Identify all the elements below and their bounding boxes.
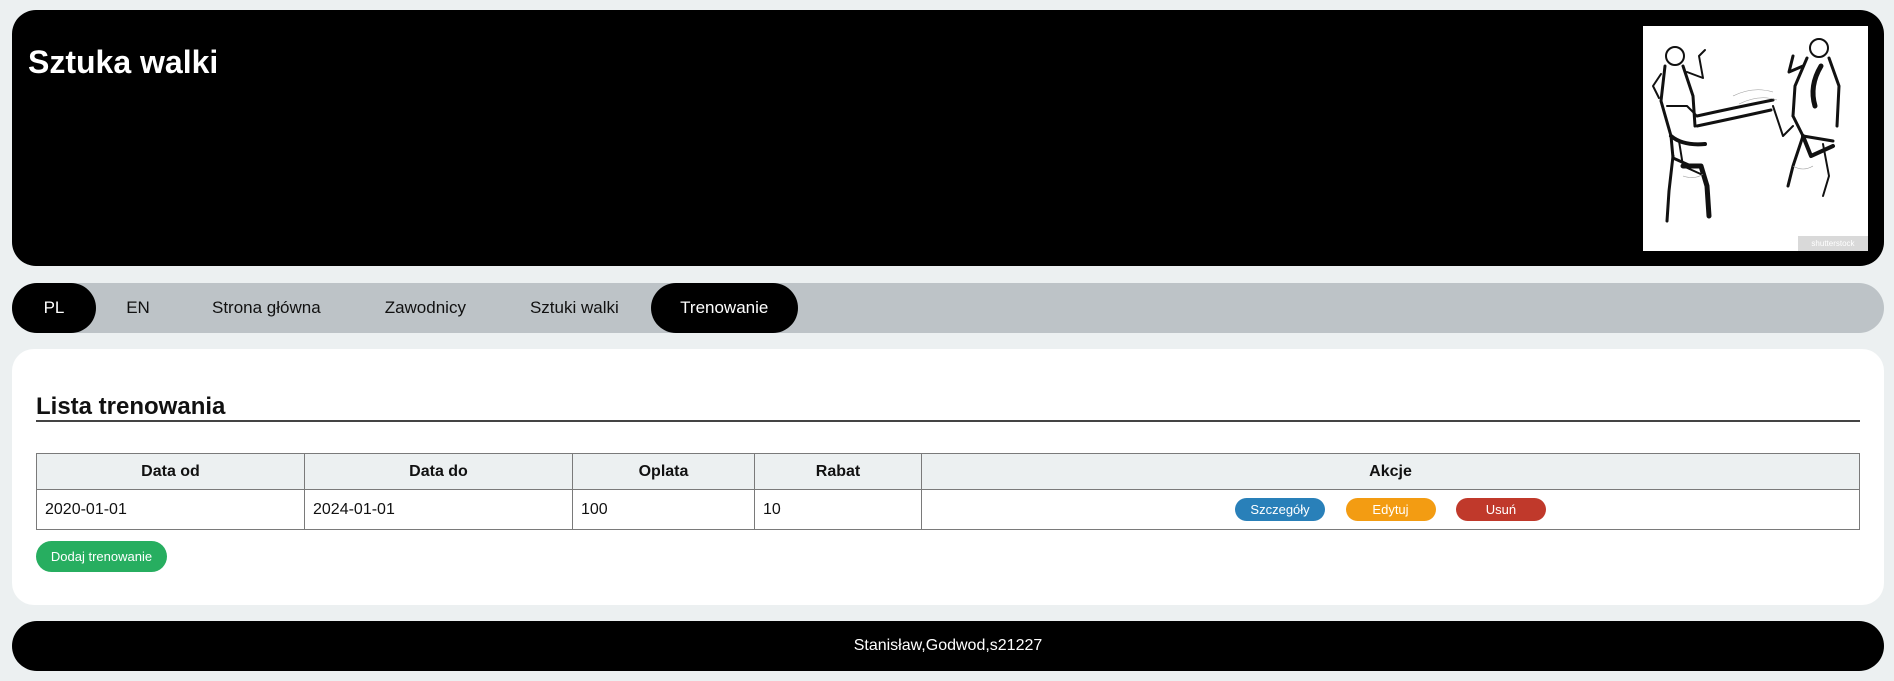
footer: Stanisław,Godwod,s21227 (12, 621, 1884, 671)
table-row: 2020-01-01 2024-01-01 100 10 Szczegóły E… (36, 489, 1860, 530)
nav-lang-pl[interactable]: PL (12, 283, 96, 333)
image-watermark: shutterstock (1798, 236, 1868, 251)
cell-fee: 100 (572, 489, 755, 530)
cell-discount: 10 (754, 489, 922, 530)
nav-lang-en[interactable]: EN (96, 283, 180, 333)
nav-home[interactable]: Strona główna (180, 283, 353, 333)
header: Sztuka walki shutterstock (12, 10, 1884, 266)
page-title: Lista trenowania (36, 393, 226, 420)
nav-fighters[interactable]: Zawodnicy (353, 283, 498, 333)
cell-actions: Szczegóły Edytuj Usuń (921, 489, 1860, 530)
fighters-image: shutterstock (1643, 26, 1868, 251)
delete-button[interactable]: Usuń (1455, 498, 1546, 521)
column-header-date-from: Data od (36, 453, 305, 490)
column-header-actions: Akcje (921, 453, 1860, 490)
main-nav: PL EN Strona główna Zawodnicy Sztuki wal… (12, 283, 1884, 333)
add-training-button[interactable]: Dodaj trenowanie (36, 541, 167, 572)
details-button[interactable]: Szczegóły (1235, 498, 1326, 521)
site-title: Sztuka walki (28, 44, 219, 80)
cell-date-from: 2020-01-01 (36, 489, 305, 530)
edit-button[interactable]: Edytuj (1345, 498, 1436, 521)
nav-martial-arts[interactable]: Sztuki walki (498, 283, 651, 333)
column-header-date-to: Data do (304, 453, 573, 490)
table-header-row: Data od Data do Oplata Rabat Akcje (36, 453, 1860, 490)
cell-date-to: 2024-01-01 (304, 489, 573, 530)
training-table: Data od Data do Oplata Rabat Akcje 2020-… (36, 453, 1860, 530)
nav-training[interactable]: Trenowanie (650, 283, 798, 333)
title-divider (36, 420, 1860, 422)
column-header-discount: Rabat (754, 453, 922, 490)
kickboxers-sketch (1652, 38, 1841, 223)
column-header-fee: Oplata (572, 453, 755, 490)
main-content: Lista trenowania Data od Data do Oplata … (12, 349, 1884, 605)
